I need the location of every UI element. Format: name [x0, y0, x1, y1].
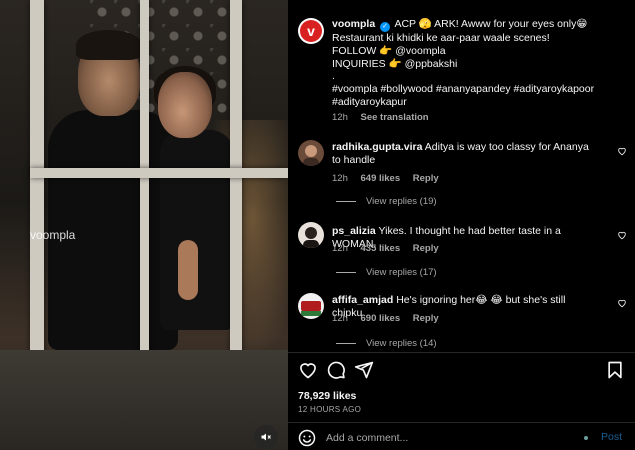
post-comment-button[interactable]: Post: [601, 431, 622, 443]
verified-badge-icon: ✓: [380, 22, 391, 32]
voompla-logo-icon: v: [300, 20, 322, 42]
comment-text: radhika.gupta.vira Aditya is way too cla…: [332, 141, 592, 167]
comment-likes[interactable]: 435 likes: [361, 243, 401, 254]
status-dot: [584, 436, 588, 440]
comment-likes[interactable]: 690 likes: [361, 313, 401, 324]
comment-username[interactable]: radhika.gupta.vira: [332, 141, 422, 153]
comment-likes[interactable]: 649 likes: [361, 173, 401, 184]
caption-hashtags[interactable]: #voompla #bollywood #ananyapandey #adity…: [332, 83, 594, 108]
comment-time: 12h: [332, 243, 348, 254]
comment-time: 12h: [332, 173, 348, 184]
window-frame-cross: [30, 168, 288, 178]
emoji-icon[interactable]: [298, 429, 316, 447]
heart-icon[interactable]: [298, 360, 318, 380]
bookmark-icon[interactable]: [605, 360, 625, 380]
post-action-bar: [298, 360, 625, 384]
caption-follow: FOLLOW 👉 @voompla: [332, 44, 446, 57]
media-watermark: voompla: [30, 228, 76, 242]
likes-count[interactable]: 78,929 likes: [298, 390, 356, 402]
comment-input[interactable]: [326, 432, 566, 444]
woman-arm: [178, 240, 198, 300]
author-username[interactable]: voompla: [332, 18, 375, 30]
comment-meta: 12h 649 likes Reply: [332, 173, 439, 184]
user-avatar-icon: [298, 222, 324, 248]
woman-head: [158, 72, 212, 138]
woman-figure: [160, 130, 234, 330]
see-translation-link[interactable]: See translation: [361, 112, 429, 123]
view-replies-button[interactable]: View replies (19): [336, 196, 437, 207]
post-media[interactable]: voompla: [0, 0, 288, 450]
comments-scroll-area[interactable]: v voompla ✓ ACP 🫣 ARK! Awww for your eye…: [288, 0, 635, 352]
comment-avatar[interactable]: [298, 140, 324, 166]
comment-time: 12h: [332, 313, 348, 324]
comment-meta: 12h 690 likes Reply: [332, 313, 439, 324]
caption-separator: .: [332, 70, 335, 83]
speaker-muted-icon: [261, 433, 271, 441]
user-avatar-icon: [298, 140, 324, 166]
comment-reply-button[interactable]: Reply: [413, 243, 439, 254]
caption-inquiries: INQUIRIES 👉 @ppbakshi: [332, 57, 458, 70]
replies-dash: [336, 272, 356, 273]
comment-reply-button[interactable]: Reply: [413, 173, 439, 184]
comment-reply-button[interactable]: Reply: [413, 313, 439, 324]
replies-dash: [336, 201, 356, 202]
author-avatar[interactable]: v: [298, 18, 324, 44]
post-date: 12 HOURS AGO: [298, 405, 362, 414]
mute-button[interactable]: [254, 425, 278, 449]
composer-divider: [288, 422, 635, 423]
caption-time: 12h: [332, 112, 348, 123]
replies-dash: [336, 343, 356, 344]
post-details-panel: v voompla ✓ ACP 🫣 ARK! Awww for your eye…: [288, 0, 635, 450]
comment-username[interactable]: ps_alizia: [332, 225, 376, 237]
view-replies-button[interactable]: View replies (17): [336, 267, 437, 278]
comment-composer: Post: [298, 428, 628, 448]
send-icon[interactable]: [354, 360, 374, 380]
comment-meta: 12h 435 likes Reply: [332, 243, 439, 254]
view-replies-label: View replies (14): [366, 338, 437, 349]
view-replies-button[interactable]: View replies (14): [336, 338, 437, 349]
actions-divider: [288, 352, 635, 353]
caption-meta: 12h See translation: [332, 112, 429, 123]
comment-icon[interactable]: [326, 360, 346, 380]
comment-avatar[interactable]: [298, 293, 324, 319]
comment-avatar[interactable]: [298, 222, 324, 248]
window-ledge: [0, 350, 288, 450]
like-comment-heart-icon[interactable]: [617, 146, 627, 156]
view-replies-label: View replies (17): [366, 267, 437, 278]
man-hair: [76, 30, 142, 60]
user-avatar-icon: [298, 293, 324, 319]
like-comment-heart-icon[interactable]: [617, 298, 627, 308]
like-comment-heart-icon[interactable]: [617, 230, 627, 240]
post-caption: voompla ✓ ACP 🫣 ARK! Awww for your eyes …: [332, 18, 624, 109]
view-replies-label: View replies (19): [366, 196, 437, 207]
comment-username[interactable]: affifa_amjad: [332, 294, 393, 306]
